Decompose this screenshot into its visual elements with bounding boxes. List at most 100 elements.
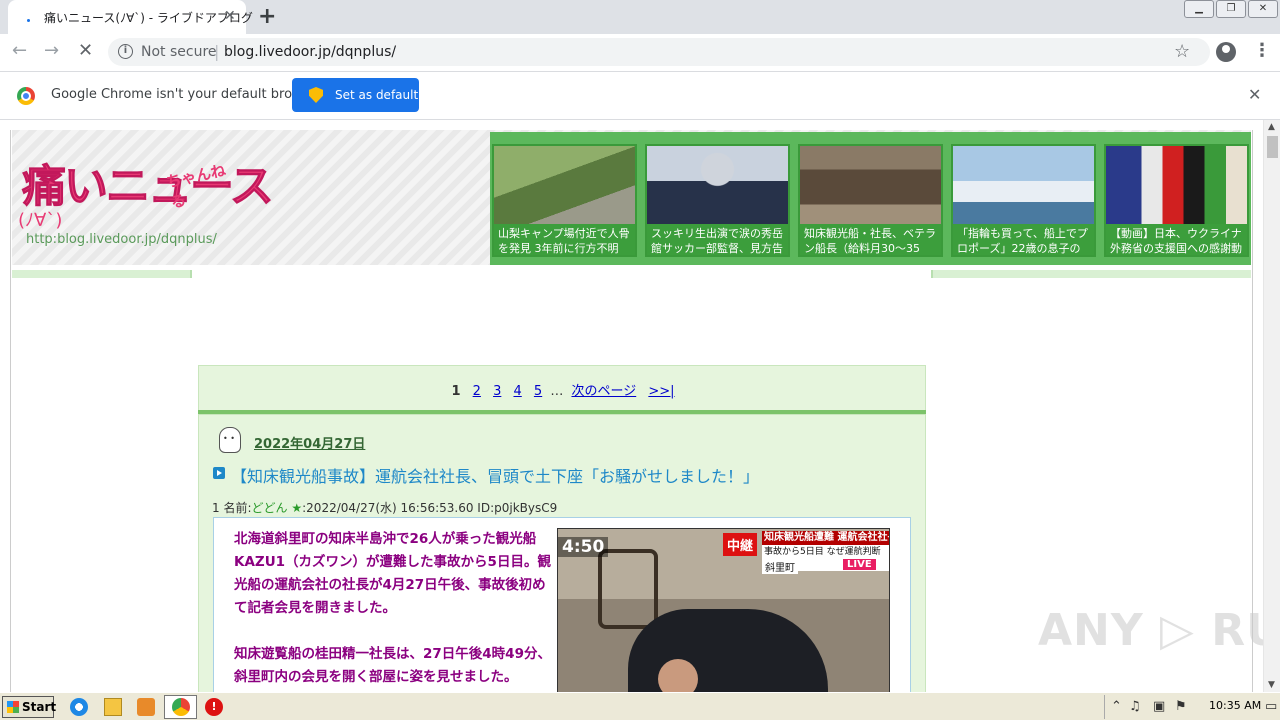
thumbnail-caption: 山梨キャンプ場付近で人骨を発見 3年前に行方不明	[494, 224, 635, 255]
thumbnail-image	[800, 146, 941, 224]
chrome-taskbar-button[interactable]	[164, 695, 197, 719]
stop-loading-icon[interactable]: ✕	[78, 40, 93, 61]
image-banner-top: 知床観光船遭難 運航会社社長が	[762, 531, 889, 545]
thumbnail-caption: 知床観光船・社長、ベテラン船長（給料月30～35	[800, 224, 941, 255]
windows-flag-icon	[7, 701, 19, 713]
thumbnail-image	[1106, 146, 1247, 224]
thumbnail-card[interactable]: 山梨キャンプ場付近で人骨を発見 3年前に行方不明	[492, 144, 637, 257]
article-title[interactable]: 【知床観光船事故】運航会社社長、冒頭で土下座「お騒がせしました！」	[231, 463, 759, 487]
page-viewport: 痛いニュース ちゃんねる (ﾉ∀`) http:blog.livedoor.jp…	[0, 120, 1263, 692]
windows-taskbar: Start ! ⌃ ♫ ▣ ⚑ 10:35 AM ▭	[0, 692, 1280, 720]
browser-tab[interactable]: 痛いニュース(ﾉ∀`) - ライブドアブログ ✕	[8, 0, 253, 34]
image-chair	[598, 549, 658, 629]
page-link[interactable]: 2	[473, 384, 481, 399]
thumbnail-caption: 【動画】日本、ウクライナ外務省の支援国への感謝動	[1106, 224, 1247, 255]
blog-header: 痛いニュース ちゃんねる (ﾉ∀`) http:blog.livedoor.jp…	[12, 130, 1251, 265]
post-text: 北海道斜里町の知床半島沖で26人が乗った観光船KAZU1（カズワン）が遭難した事…	[234, 528, 554, 692]
post-paragraph: 知床遊覧船の桂田精一社長は、27日午後4時49分、斜里町内の会見を開く部屋に姿を…	[234, 646, 551, 685]
page-ellipsis: …	[550, 384, 564, 399]
tab-close-icon[interactable]: ✕	[224, 8, 236, 24]
loading-spinner-icon	[22, 11, 36, 25]
thumbnail-card[interactable]: スッキリ生出演で涙の秀岳館サッカー部監督、見方告	[645, 144, 790, 257]
thumbnail-image	[953, 146, 1094, 224]
logo-url: http:blog.livedoor.jp/dqnplus/	[26, 232, 217, 247]
page-link[interactable]: 5	[534, 384, 542, 399]
thumbnail-caption: 「指輪も買って、船上でプロポーズ」22歳の息子の	[953, 224, 1094, 255]
start-button[interactable]: Start	[2, 696, 57, 718]
window-controls: ▁ ❐ ✕	[1184, 0, 1280, 20]
image-live-badge: 中継	[723, 533, 758, 556]
thumbnail-card[interactable]: 知床観光船・社長、ベテラン船長（給料月30～35	[798, 144, 943, 257]
browser-titlebar: 痛いニュース(ﾉ∀`) - ライブドアブログ ✕ + ▁ ❐ ✕	[0, 0, 1280, 34]
news-screenshot-image[interactable]: 4:50 中継 知床観光船遭難 運航会社社長が 事故から5日目 なぜ運航判断 斜…	[557, 528, 890, 692]
media-player-icon[interactable]	[137, 698, 155, 716]
maximize-button[interactable]: ❐	[1216, 0, 1246, 18]
blog-logo[interactable]: 痛いニュース ちゃんねる (ﾉ∀`) http:blog.livedoor.jp…	[18, 150, 274, 260]
set-as-default-label: Set as default	[335, 88, 419, 102]
forward-arrow-icon[interactable]: →	[44, 40, 59, 61]
post-body: 北海道斜里町の知床半島沖で26人が乗った観光船KAZU1（カズワン）が遭難した事…	[213, 517, 911, 692]
thumbnail-image	[494, 146, 635, 224]
security-label[interactable]: Not secure	[141, 44, 217, 60]
flag-icon[interactable]: ⚑	[1175, 699, 1187, 714]
post-name-label: 名前:	[223, 501, 252, 515]
menu-dots-icon[interactable]: ⋮	[1253, 40, 1271, 61]
post-meta: 1 名前:どどん ★:2022/04/27(水) 16:56:53.60 ID:…	[212, 499, 557, 516]
close-window-button[interactable]: ✕	[1248, 0, 1278, 18]
article-date[interactable]: 2022年04月27日	[254, 433, 365, 452]
scroll-thumb[interactable]	[1267, 136, 1278, 158]
page-current: 1	[451, 384, 461, 399]
system-tray: ⌃ ♫ ▣ ⚑ 10:35 AM ▭	[1104, 695, 1280, 719]
folder-icon[interactable]	[104, 698, 122, 716]
infobar-message: Google Chrome isn't your default browser	[51, 87, 323, 102]
address-bar[interactable]: i Not secure | blog.livedoor.jp/dqnplus/…	[108, 38, 1210, 66]
image-clock: 4:50	[558, 537, 609, 557]
new-tab-button[interactable]: +	[258, 4, 276, 29]
star-icon: ★	[291, 501, 303, 515]
poster-name: どどん	[251, 501, 288, 515]
image-location: 斜里町	[762, 559, 798, 574]
post-info: :2022/04/27(水) 16:56:53.60 ID:p0jkBysC9	[302, 501, 558, 515]
infobar-close-icon[interactable]: ✕	[1248, 85, 1261, 104]
article: 2022年04月27日 【知床観光船事故】運航会社社長、冒頭で土下座「お騒がせし…	[198, 414, 926, 692]
start-label: Start	[22, 700, 57, 714]
image-banner-bottom: 事故から5日目 なぜ運航判断	[764, 547, 881, 557]
default-browser-infobar: Google Chrome isn't your default browser…	[0, 72, 1280, 120]
header-divider-left	[12, 270, 192, 278]
thumbnail-card[interactable]: 「指輪も買って、船上でプロポーズ」22歳の息子の	[951, 144, 1096, 257]
set-as-default-button[interactable]: Set as default	[292, 78, 419, 112]
scroll-down-icon[interactable]: ▼	[1268, 680, 1275, 690]
tray-expand-icon[interactable]: ⌃	[1111, 699, 1122, 714]
info-icon[interactable]: i	[118, 44, 133, 59]
scroll-up-icon[interactable]: ▲	[1268, 122, 1275, 132]
stop-sign-icon[interactable]: !	[205, 698, 223, 716]
play-bullet-icon	[213, 467, 225, 479]
volume-icon[interactable]: ♫	[1129, 699, 1141, 714]
thumbnail-caption: スッキリ生出演で涙の秀岳館サッカー部監督、見方告	[647, 224, 788, 255]
show-desktop-icon[interactable]: ▭	[1265, 699, 1277, 714]
chrome-logo-icon	[17, 87, 35, 105]
image-live-label: LIVE	[843, 559, 876, 570]
url-separator: |	[214, 42, 220, 61]
image-person-head	[658, 659, 698, 692]
minimize-button[interactable]: ▁	[1184, 0, 1214, 18]
network-icon[interactable]: ▣	[1153, 699, 1165, 714]
page-link[interactable]: 3	[493, 384, 501, 399]
internet-explorer-icon[interactable]	[70, 698, 88, 716]
post-paragraph: 北海道斜里町の知床半島沖で26人が乗った観光船KAZU1（カズワン）が遭難した事…	[234, 531, 551, 616]
anyrun-watermark: ANY ▷ RUN	[1038, 605, 1263, 656]
last-page-link[interactable]: >>|	[648, 384, 674, 399]
thumbnail-image	[647, 146, 788, 224]
chrome-taskbar-icon	[172, 698, 190, 716]
bookmark-star-icon[interactable]: ☆	[1174, 41, 1190, 62]
url-text[interactable]: blog.livedoor.jp/dqnplus/	[224, 44, 396, 60]
page-link[interactable]: 4	[513, 384, 521, 399]
profile-avatar-icon[interactable]	[1216, 42, 1236, 62]
pagination: 1 2 3 4 5 … 次のページ >>|	[198, 365, 926, 413]
back-arrow-icon[interactable]: ←	[12, 40, 27, 61]
next-page-link[interactable]: 次のページ	[571, 384, 636, 399]
thumbnail-card[interactable]: 【動画】日本、ウクライナ外務省の支援国への感謝動	[1104, 144, 1249, 257]
post-number: 1	[212, 501, 220, 515]
page-scrollbar[interactable]: ▲ ▼	[1263, 120, 1280, 692]
featured-thumbnails: 山梨キャンプ場付近で人骨を発見 3年前に行方不明 スッキリ生出演で涙の秀岳館サッ…	[490, 132, 1251, 265]
